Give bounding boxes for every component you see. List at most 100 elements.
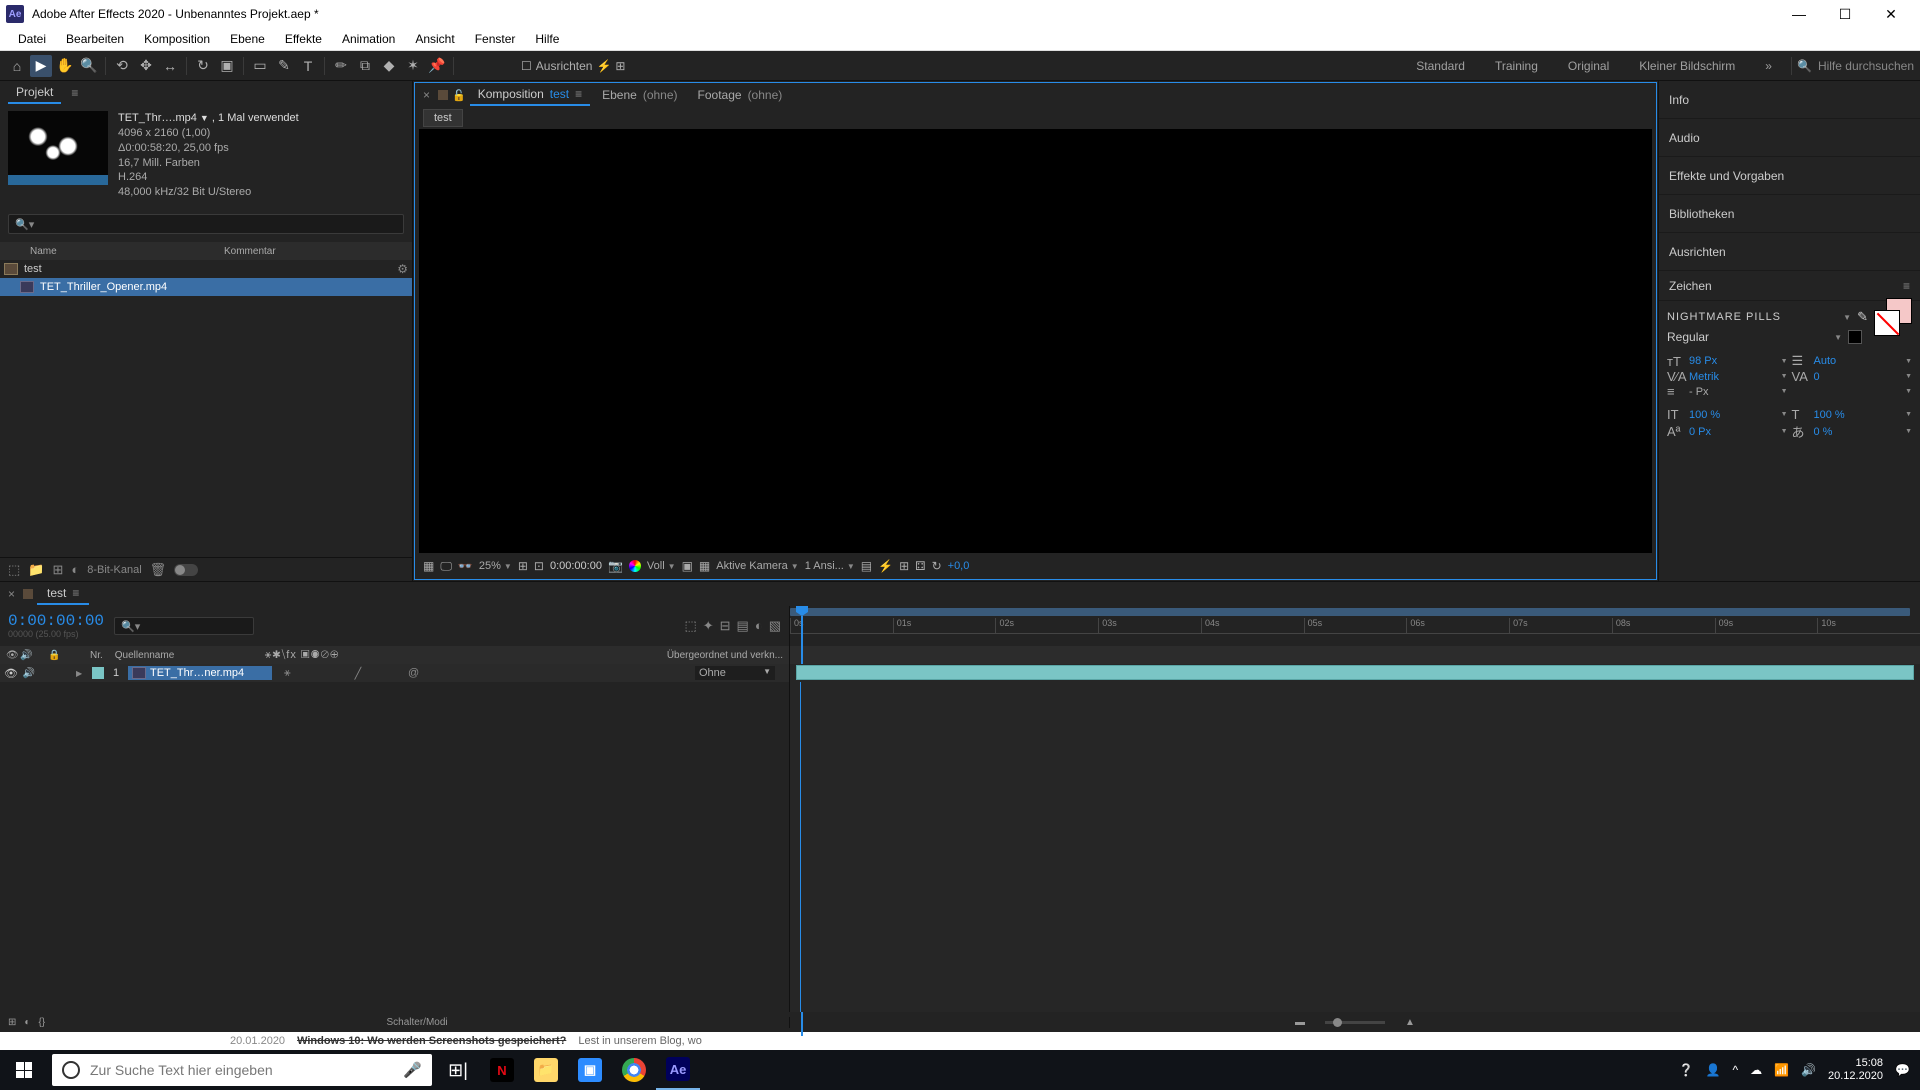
viewer-tab-footage[interactable]: Footage (ohne) [690, 85, 791, 105]
switch-quality-icon[interactable]: ╱ [355, 667, 362, 680]
eyedropper-icon[interactable]: ✎ [1857, 309, 1868, 325]
snap-label[interactable]: Ausrichten [536, 59, 593, 73]
tray-clock[interactable]: 15:08 20.12.2020 [1828, 1057, 1883, 1083]
maximize-button[interactable]: ☐ [1822, 0, 1868, 28]
brush-tool-icon[interactable]: ✏ [330, 55, 352, 77]
flowchart-icon[interactable]: ⚙ [397, 262, 408, 276]
views-dropdown[interactable]: 1 Ansi...▼ [805, 560, 855, 572]
reset-exposure-icon[interactable]: ↻ [932, 559, 942, 573]
viewport[interactable] [419, 129, 1652, 553]
start-button[interactable] [0, 1050, 48, 1090]
dolly-tool-icon[interactable]: ↔ [159, 55, 181, 77]
time-ruler[interactable]: 0s 01s 02s 03s 04s 05s 06s 07s 08s 09s 1… [790, 606, 1920, 646]
lock-icon[interactable]: 🔓 [452, 89, 466, 102]
panel-libraries[interactable]: Bibliotheken [1659, 195, 1920, 233]
mic-icon[interactable]: 🎤 [403, 1061, 422, 1079]
workspace-overflow-icon[interactable]: » [1751, 59, 1786, 73]
taskbar-app-explorer[interactable]: 📁 [524, 1050, 568, 1090]
menu-animation[interactable]: Animation [332, 29, 405, 49]
zoom-out-icon[interactable]: ▬ [1295, 1017, 1305, 1028]
orbit-tool-icon[interactable]: ⟲ [111, 55, 133, 77]
trash-icon[interactable]: 🗑 [150, 562, 167, 578]
layer-name[interactable]: TET_Thr…ner.mp4 [128, 666, 272, 680]
workspace-kleiner[interactable]: Kleiner Bildschirm [1625, 59, 1749, 73]
interpret-icon[interactable]: ⬚ [8, 562, 20, 578]
project-row-comp[interactable]: test ⚙ [0, 260, 412, 278]
panel-align[interactable]: Ausrichten [1659, 233, 1920, 271]
tsume-value[interactable]: 0 % [1814, 426, 1833, 438]
project-tab[interactable]: Projekt [8, 82, 61, 104]
tray-overflow-icon[interactable]: ^ [1732, 1063, 1738, 1077]
timeline-tab[interactable]: test ≡ [37, 583, 89, 605]
timeline-search-input[interactable]: 🔍▾ [114, 617, 254, 635]
panel-menu-icon[interactable]: ≡ [71, 86, 78, 100]
tray-onedrive-icon[interactable]: ☁ [1750, 1063, 1762, 1077]
timeline-track-area[interactable] [790, 682, 1920, 1012]
menu-ebene[interactable]: Ebene [220, 29, 275, 49]
col-name[interactable]: Name [4, 246, 224, 257]
menu-hilfe[interactable]: Hilfe [525, 29, 569, 49]
toggle-switch[interactable] [174, 564, 198, 576]
snap-grid-icon[interactable]: ⊞ [615, 59, 625, 73]
clone-tool-icon[interactable]: ⧉ [354, 55, 376, 77]
leading-value[interactable]: Auto [1814, 355, 1837, 367]
panel-audio[interactable]: Audio [1659, 119, 1920, 157]
playhead[interactable] [796, 606, 808, 632]
zoom-in-icon[interactable]: ▲ [1405, 1017, 1415, 1028]
viewer-tab-composition[interactable]: Komposition test ≡ [470, 84, 590, 106]
chevron-down-icon[interactable]: ▼ [1843, 313, 1851, 322]
snap-icon[interactable]: ⚡ [596, 59, 611, 73]
pixel-aspect-icon[interactable]: ▤ [861, 559, 872, 573]
stroke-value[interactable]: - Px [1689, 386, 1709, 398]
tab-close-icon[interactable]: × [4, 587, 19, 601]
workspace-original[interactable]: Original [1554, 59, 1623, 73]
visibility-toggle-icon[interactable]: 👁 [4, 667, 18, 680]
taskbar-search-input[interactable]: Zur Suche Text hier eingeben 🎤 [52, 1054, 432, 1086]
work-area-bar[interactable] [790, 608, 1910, 616]
project-row-video[interactable]: TET_Thriller_Opener.mp4 [0, 278, 412, 296]
current-timecode[interactable]: 0:00:00:00 [8, 613, 104, 629]
toggle-modes-icon[interactable]: ◐ [24, 1017, 30, 1028]
zoom-tool-icon[interactable]: 🔍 [78, 55, 100, 77]
timeline-zoom-slider[interactable] [1325, 1021, 1385, 1024]
timeline-icon[interactable]: ⊞ [899, 559, 909, 573]
tray-volume-icon[interactable]: 🔊 [1801, 1063, 1816, 1077]
layer-color-chip[interactable] [92, 667, 104, 679]
taskbar-app-netflix[interactable]: N [480, 1050, 524, 1090]
task-view-button[interactable]: ⊞| [436, 1050, 480, 1090]
tab-close-icon[interactable]: × [419, 88, 434, 102]
menu-bearbeiten[interactable]: Bearbeiten [56, 29, 134, 49]
mask-icon[interactable]: 👓 [458, 559, 473, 573]
chevron-down-icon[interactable]: ▼ [1834, 333, 1842, 342]
parent-dropdown[interactable]: Ohne▼ [695, 666, 775, 680]
tray-wifi-icon[interactable]: 📶 [1774, 1063, 1789, 1077]
color-swatch[interactable] [1874, 298, 1912, 336]
flowchart-icon[interactable]: ⚃ [915, 559, 925, 573]
draft3d-icon[interactable]: ✦ [703, 618, 714, 634]
pen-tool-icon[interactable]: ✎ [273, 55, 295, 77]
switch-shy-icon[interactable]: ⚹ [284, 667, 291, 680]
panel-menu-icon[interactable]: ≡ [1903, 279, 1910, 293]
anchor-tool-icon[interactable]: ▣ [216, 55, 238, 77]
eraser-tool-icon[interactable]: ◆ [378, 55, 400, 77]
minimize-button[interactable]: — [1776, 0, 1822, 28]
workspace-training[interactable]: Training [1481, 59, 1552, 73]
text-tool-icon[interactable]: T [297, 55, 319, 77]
motion-blur-icon[interactable]: ◐ [755, 618, 763, 634]
col-comment[interactable]: Kommentar [224, 246, 276, 257]
checkbox-icon[interactable]: ☐ [521, 59, 532, 73]
resolution-dropdown[interactable]: Voll▼ [647, 560, 676, 572]
roi-icon[interactable]: ▣ [682, 559, 693, 573]
panel-info[interactable]: Info [1659, 81, 1920, 119]
viewer-tab-ebene[interactable]: Ebene (ohne) [594, 85, 685, 105]
audio-toggle-icon[interactable]: 🔊 [22, 668, 36, 679]
channel-icon[interactable] [629, 560, 641, 572]
layer-row[interactable]: 👁 🔊 ▶ 1 TET_Thr…ner.mp4 ⚹ ╱ @ Ohne▼ [0, 664, 790, 682]
tray-people-icon[interactable]: 👤 [1705, 1063, 1720, 1077]
twirl-icon[interactable]: ▶ [76, 669, 88, 678]
adjust-icon[interactable]: ◐ [71, 562, 79, 577]
parent-pickwhip-icon[interactable]: @ [408, 667, 419, 679]
zoom-dropdown[interactable]: 25%▼ [479, 560, 512, 572]
shy-icon[interactable]: ⊟ [720, 618, 731, 634]
menu-fenster[interactable]: Fenster [465, 29, 526, 49]
